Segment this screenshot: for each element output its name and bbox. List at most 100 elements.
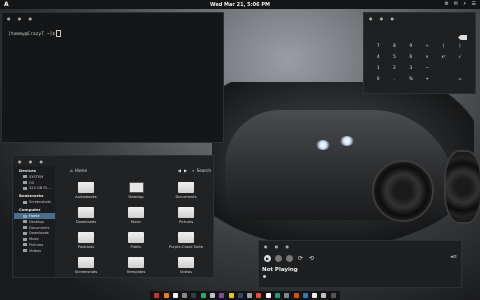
calc-key[interactable]: 5 [386, 54, 402, 59]
dock-app-icon[interactable] [265, 293, 271, 298]
calc-key[interactable]: 2 [386, 65, 402, 70]
calc-key[interactable]: 7 [370, 43, 386, 48]
calc-key[interactable]: 8 [386, 43, 402, 48]
file-item[interactable]: Downloads [61, 207, 111, 224]
power-icon[interactable]: ⚡ [463, 1, 467, 7]
file-item[interactable]: Videos [161, 257, 211, 274]
calc-key[interactable]: 4 [370, 54, 386, 59]
file-item-label: Podcasts [77, 245, 95, 249]
file-item[interactable]: Music [111, 207, 161, 224]
terminal-prompt[interactable]: [tommy@CrazyT ~]$ [8, 30, 62, 37]
sidebar-item-label: 320 GB Fil... [29, 186, 51, 191]
calc-key[interactable]: ÷ [419, 43, 435, 48]
sidebar-item-label: Home [29, 214, 40, 219]
settings-icon[interactable]: ⚙ [444, 1, 448, 7]
next-icon[interactable] [286, 255, 293, 262]
file-grid: Audiobooks Desktop Documents Downloads M… [61, 182, 211, 274]
sidebar-item-videos[interactable]: Videos [14, 248, 55, 254]
dock-app-icon[interactable] [284, 293, 290, 298]
menu-icon[interactable]: ☰ [472, 1, 476, 7]
calc-key[interactable] [452, 65, 468, 70]
file-item[interactable]: Templates [111, 257, 161, 274]
clock[interactable]: Wed Mar 21, 5:06 PM [210, 2, 270, 8]
file-item[interactable]: Audiobooks [61, 182, 111, 199]
window-controls[interactable]: ● ● ● [369, 16, 397, 21]
search-icon[interactable]: ⌕ [192, 168, 194, 173]
calc-key[interactable]: − [419, 65, 435, 70]
dock-app-icon[interactable] [247, 293, 253, 298]
calc-key[interactable]: 1 [370, 65, 386, 70]
dock-app-icon[interactable] [219, 293, 225, 298]
calc-key[interactable]: 0 [370, 76, 386, 81]
calc-key[interactable]: . [386, 76, 402, 81]
dock-app-icon[interactable] [237, 293, 243, 298]
menu-icon[interactable]: ◂≡ [450, 254, 457, 260]
dock-app-icon[interactable] [154, 293, 160, 298]
folder-icon [78, 257, 94, 268]
file-item[interactable]: Desktop [111, 182, 161, 199]
forward-icon[interactable]: ▶ [184, 168, 187, 173]
search-label[interactable]: Search [197, 168, 211, 173]
file-item[interactable]: Public [111, 232, 161, 249]
back-icon[interactable]: ◀ [178, 168, 181, 173]
dock-app-icon[interactable] [200, 293, 206, 298]
dock-app-icon[interactable] [293, 293, 299, 298]
folder-icon [178, 257, 194, 268]
terminal-window[interactable]: ● ● ● [tommy@CrazyT ~]$ [1, 12, 224, 143]
mail-icon[interactable]: ✉ [454, 1, 458, 7]
activities-logo[interactable]: A [4, 1, 9, 8]
computer-icon [128, 182, 144, 193]
calc-key[interactable]: 9 [403, 43, 419, 48]
dock-app-icon[interactable] [330, 293, 336, 298]
previous-icon[interactable] [275, 255, 282, 262]
calc-key[interactable]: ) [452, 43, 468, 48]
play-icon[interactable]: ▶ [264, 255, 271, 262]
drive-icon [23, 181, 27, 185]
file-item[interactable]: Pictures [161, 207, 211, 224]
dock-app-icon[interactable] [312, 293, 318, 298]
dock-app-icon[interactable] [302, 293, 308, 298]
file-item[interactable]: Purple-Craze Suite [161, 232, 211, 249]
location-label[interactable]: Home [75, 168, 87, 173]
volume-icon[interactable] [263, 275, 266, 278]
home-icon[interactable]: ⌂ [70, 168, 73, 173]
folder-icon [23, 200, 27, 204]
calc-key[interactable]: √ [452, 54, 468, 59]
calc-key[interactable]: = [452, 76, 468, 81]
dock-app-icon[interactable] [256, 293, 262, 298]
dock-app-icon[interactable] [191, 293, 197, 298]
shuffle-icon[interactable]: ⟲ [308, 255, 315, 262]
window-controls[interactable]: ● ● ● [264, 244, 292, 249]
folder-icon [23, 231, 27, 235]
window-controls[interactable]: ● ● ● [18, 159, 46, 164]
file-item[interactable]: Screenshots [61, 257, 111, 274]
dock-app-icon[interactable] [321, 293, 327, 298]
calc-key[interactable] [435, 65, 451, 70]
music-player-window[interactable]: ● ● ● ▶ ⟳ ⟲ Not Playing ◂≡ [258, 240, 462, 288]
dock-app-icon[interactable] [274, 293, 280, 298]
folder-icon [178, 232, 194, 243]
repeat-icon[interactable]: ⟳ [297, 255, 304, 262]
calc-key[interactable]: ( [435, 43, 451, 48]
dock-app-icon[interactable] [182, 293, 188, 298]
wallpaper-car-headlight [316, 140, 330, 150]
file-item-label: Public [130, 245, 142, 249]
folder-icon [178, 207, 194, 218]
file-item[interactable]: Podcasts [61, 232, 111, 249]
calc-key[interactable]: % [403, 76, 419, 81]
calc-key[interactable] [435, 76, 451, 81]
backspace-icon[interactable] [458, 35, 467, 40]
dock-app-icon[interactable] [228, 293, 234, 298]
file-item[interactable]: Documents [161, 182, 211, 199]
dock-app-icon[interactable] [172, 293, 178, 298]
calc-key[interactable]: 3 [403, 65, 419, 70]
calc-key[interactable]: + [419, 76, 435, 81]
dock-app-icon[interactable] [163, 293, 169, 298]
calc-key[interactable]: × [419, 54, 435, 59]
dock-app-icon[interactable] [209, 293, 215, 298]
calc-key[interactable]: x² [435, 54, 451, 59]
window-controls[interactable]: ● ● ● [7, 16, 35, 21]
calc-key[interactable]: 6 [403, 54, 419, 59]
calculator-window[interactable]: ● ● ● 7 8 9 ÷ ( ) 4 5 6 × x² √ 1 2 3 − 0… [363, 12, 476, 94]
file-manager-window[interactable]: ● ● ● Devices SYSTEM OS 320 GB Fil... Bo… [12, 155, 214, 278]
